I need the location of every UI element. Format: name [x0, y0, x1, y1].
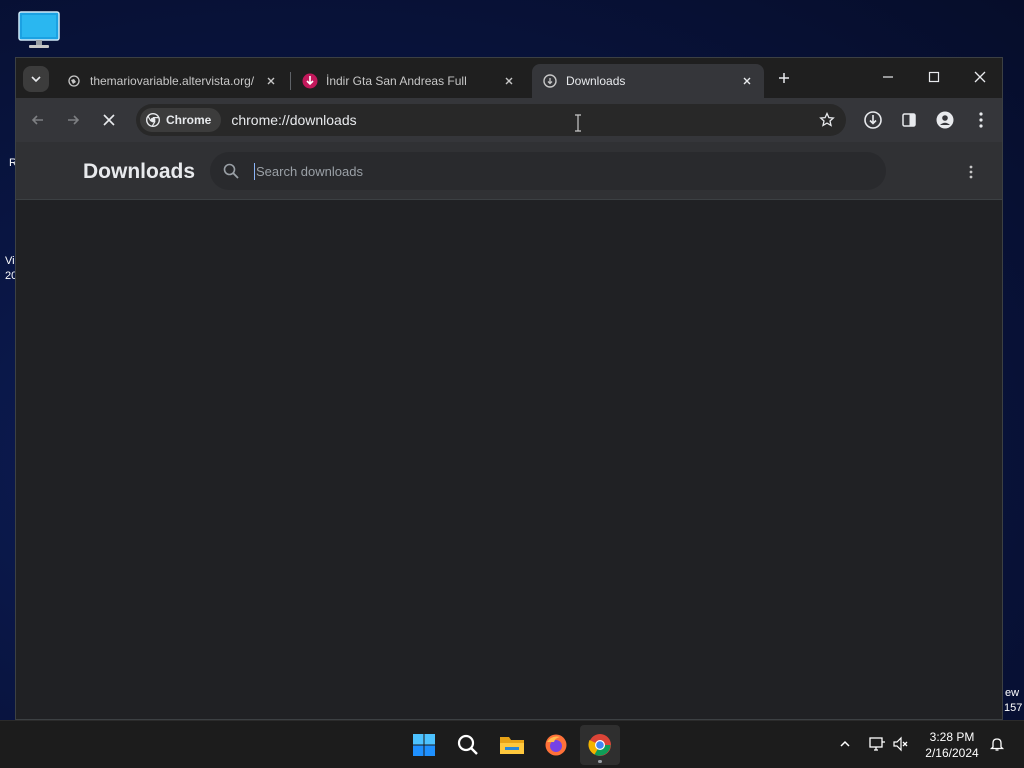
maximize-button[interactable] — [912, 62, 956, 92]
desktop-text-fragment: Vi — [5, 255, 15, 267]
downloads-header: Downloads — [16, 142, 1002, 200]
running-indicator — [598, 760, 602, 763]
download-site-favicon-icon — [302, 73, 318, 89]
downloads-more-actions-button[interactable] — [962, 162, 980, 182]
text-cursor-icon — [575, 114, 581, 132]
minimize-button[interactable] — [866, 62, 910, 92]
search-icon — [222, 162, 240, 180]
windows-taskbar: 3:28 PM 2/16/2024 — [0, 720, 1024, 768]
search-input[interactable] — [254, 162, 886, 180]
star-icon — [819, 112, 835, 127]
minimize-icon — [883, 76, 893, 78]
firefox-icon — [545, 734, 567, 756]
taskbar-clock[interactable]: 3:28 PM 2/16/2024 — [915, 729, 989, 761]
this-pc-desktop-icon[interactable] — [17, 10, 61, 50]
download-icon — [864, 111, 882, 129]
arrow-left-icon — [31, 115, 43, 125]
desktop-text-fragment: 157 — [1004, 702, 1023, 714]
chrome-icon — [588, 734, 611, 756]
tab-strip: themariovariable.altervista.org/ İndir G… — [16, 58, 1002, 98]
forward-button[interactable] — [59, 106, 87, 134]
taskbar-search-button[interactable] — [448, 725, 488, 765]
maximize-icon — [928, 71, 940, 83]
notifications-button[interactable] — [986, 733, 1008, 755]
chrome-window: themariovariable.altervista.org/ İndir G… — [15, 57, 1003, 720]
network-icon — [869, 737, 885, 751]
search-icon — [457, 734, 478, 755]
tab-downloads[interactable]: Downloads — [532, 64, 764, 98]
page-title: Downloads — [83, 160, 196, 183]
back-button[interactable] — [24, 106, 52, 134]
globe-icon — [66, 73, 82, 89]
firefox-button[interactable] — [536, 725, 576, 765]
chevron-up-icon — [840, 740, 850, 747]
arrow-right-icon — [68, 115, 80, 125]
new-tab-button[interactable] — [774, 68, 794, 88]
stop-loading-button[interactable] — [95, 106, 123, 134]
tab-title: Downloads — [566, 74, 626, 88]
tab-separator — [290, 72, 291, 90]
tab-search-button[interactable] — [23, 66, 49, 92]
plus-icon — [779, 73, 789, 83]
windows-logo-icon — [413, 734, 435, 756]
clock-time: 3:28 PM — [929, 730, 975, 744]
downloads-list-area — [16, 200, 1002, 719]
tab-title: İndir Gta San Andreas Full — [326, 74, 467, 88]
folder-icon — [500, 737, 524, 754]
person-icon — [936, 111, 954, 129]
clock-date: 2/16/2024 — [925, 746, 979, 760]
close-icon — [974, 71, 986, 83]
browser-toolbar: Chrome chrome://downloads — [16, 98, 1002, 142]
desktop-text-fragment: ew — [1005, 687, 1020, 699]
bookmark-star-button[interactable] — [818, 111, 836, 129]
downloads-button[interactable] — [860, 107, 886, 133]
side-panel-icon — [902, 113, 916, 127]
site-info-chip[interactable]: Chrome — [140, 108, 222, 132]
profile-button[interactable] — [932, 107, 958, 133]
start-button[interactable] — [404, 725, 444, 765]
tab-title: themariovariable.altervista.org/ — [90, 74, 255, 88]
close-icon[interactable] — [262, 72, 280, 90]
tab-gta-san-andreas[interactable]: İndir Gta San Andreas Full — [292, 64, 526, 98]
address-bar[interactable]: Chrome chrome://downloads — [136, 104, 846, 136]
chrome-logo-icon — [146, 113, 160, 127]
more-vertical-icon — [969, 165, 973, 179]
more-vertical-icon — [979, 112, 983, 128]
file-explorer-button[interactable] — [492, 725, 532, 765]
speaker-muted-icon — [893, 736, 908, 752]
close-icon[interactable] — [738, 72, 756, 90]
chevron-down-icon — [31, 76, 41, 83]
close-icon[interactable] — [500, 72, 518, 90]
network-button[interactable] — [866, 733, 888, 755]
show-hidden-icons-button[interactable] — [834, 733, 856, 755]
history-download-icon — [542, 73, 558, 89]
volume-button[interactable] — [890, 733, 912, 755]
search-downloads-box[interactable] — [210, 152, 886, 190]
close-window-button[interactable] — [958, 62, 1002, 92]
chrome-taskbar-button[interactable] — [580, 725, 620, 765]
close-icon — [103, 114, 115, 126]
site-info-chip-label: Chrome — [166, 113, 212, 127]
side-panel-button[interactable] — [896, 107, 922, 133]
url-text: chrome://downloads — [231, 112, 357, 128]
chrome-menu-button[interactable] — [968, 107, 994, 133]
bell-icon — [989, 738, 1005, 751]
tab-altervista[interactable]: themariovariable.altervista.org/ — [56, 64, 288, 98]
